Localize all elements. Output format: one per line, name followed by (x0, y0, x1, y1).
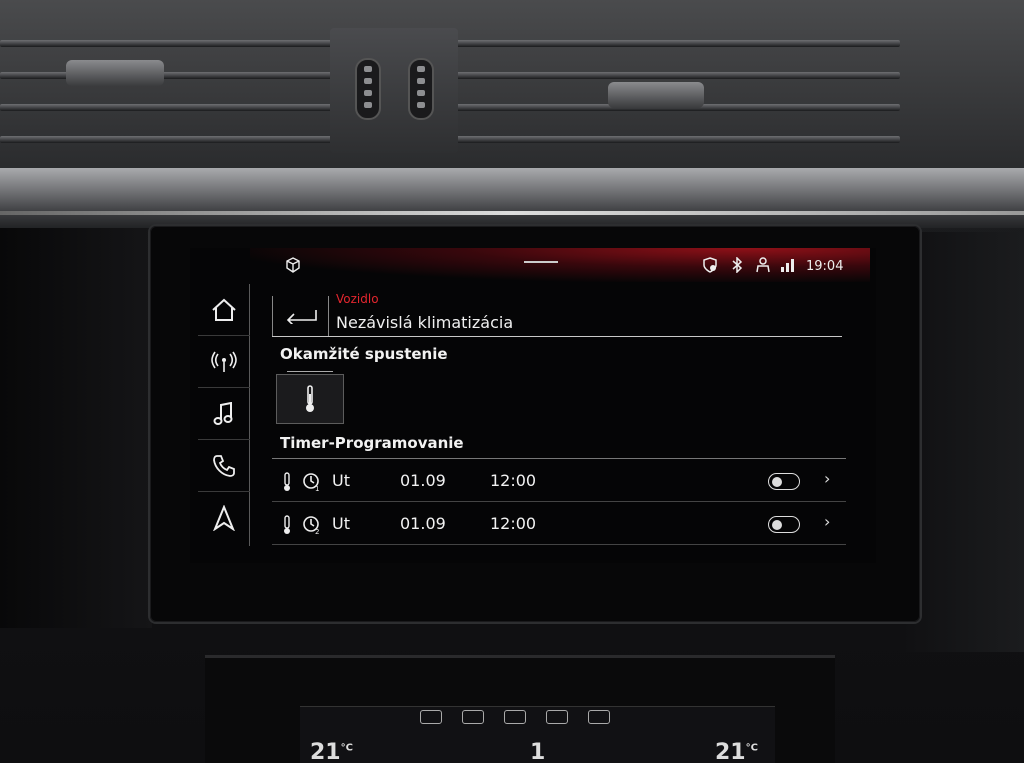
vent-control-block (330, 28, 458, 153)
sidebar-nav (198, 284, 250, 546)
status-bar: 19:04 (190, 248, 876, 282)
drag-handle[interactable] (524, 261, 558, 263)
climate-icons (420, 710, 610, 724)
thermometer-icon (282, 472, 292, 496)
fan-level[interactable]: 1 (530, 740, 545, 763)
bluetooth-icon (731, 257, 743, 273)
timer-day: Ut (332, 514, 350, 533)
breadcrumb: Vozidlo (336, 292, 379, 306)
thermometer-icon (306, 385, 314, 412)
dashboard-trim (0, 168, 1024, 228)
timer-clock-icon: 2 (302, 515, 322, 539)
sidebar-item-home[interactable] (198, 284, 250, 336)
timer-toggle[interactable] (768, 473, 800, 490)
back-arrow-icon (286, 310, 317, 324)
climate-mode-icon[interactable] (420, 710, 442, 724)
right-temp-unit: °C (745, 742, 758, 754)
right-temp-value: 21 (715, 740, 746, 763)
left-temp-value: 21 (310, 740, 341, 763)
vent-roller-right[interactable] (408, 58, 434, 120)
chevron-right-icon[interactable]: › (824, 469, 830, 488)
navigation-arrow-icon (213, 505, 235, 531)
climate-mode-icon[interactable] (462, 710, 484, 724)
vent-left-knob[interactable] (66, 60, 164, 86)
trim-chrome-line (0, 211, 1024, 215)
timer-toggle[interactable] (768, 516, 800, 533)
person-icon (755, 257, 771, 273)
svg-text:2: 2 (315, 528, 319, 535)
air-vent (0, 0, 1024, 170)
lock-shield-icon (702, 257, 718, 273)
timer-divider (272, 458, 846, 459)
thermometer-icon (282, 515, 292, 539)
back-button[interactable] (272, 296, 329, 336)
climate-mode-icon[interactable] (546, 710, 568, 724)
timer-time: 12:00 (490, 471, 537, 490)
timer-date: 01.09 (400, 514, 446, 533)
instant-start-button[interactable] (276, 371, 344, 424)
title-divider (272, 336, 842, 337)
phone-icon (213, 454, 235, 477)
page-title: Nezávislá klimatizácia (336, 313, 514, 332)
right-temperature[interactable]: 21°C (715, 740, 758, 763)
car-cube-icon[interactable] (285, 257, 301, 273)
signal-lte-icon (780, 257, 798, 273)
climate-mode-icon[interactable] (504, 710, 526, 724)
timer-clock-icon: 1 (302, 472, 322, 496)
instant-start-heading: Okamžité spustenie (280, 345, 448, 363)
toggle-knob (772, 476, 782, 487)
home-icon (212, 298, 236, 321)
timer-date: 01.09 (400, 471, 446, 490)
clock: 19:04 (806, 259, 844, 274)
svg-text:1: 1 (315, 485, 319, 492)
left-temp-unit: °C (340, 742, 353, 754)
timer-heading: Timer-Programovanie (280, 434, 464, 452)
left-temperature[interactable]: 21°C (310, 740, 353, 763)
car-dashboard-scene: 19:04 Vozidlo Nezávislá klimatizácia Oka… (0, 0, 1024, 763)
dashboard-left-panel (0, 228, 152, 628)
vent-right-knob[interactable] (608, 82, 704, 108)
sidebar-item-navigation[interactable] (198, 492, 250, 544)
sidebar-item-media[interactable] (198, 388, 250, 440)
sidebar-item-connectivity[interactable] (198, 336, 250, 388)
climate-mode-icon[interactable] (588, 710, 610, 724)
toggle-knob (772, 519, 782, 530)
antenna-icon (211, 351, 237, 372)
timer-row-2[interactable]: 2 Ut 01.09 12:00 › (272, 503, 846, 545)
timer-day: Ut (332, 471, 350, 490)
timer-row-1[interactable]: 1 Ut 01.09 12:00 › (272, 460, 846, 502)
chevron-right-icon[interactable]: › (824, 512, 830, 531)
infotainment-display: 19:04 Vozidlo Nezávislá klimatizácia Oka… (190, 248, 876, 563)
timer-time: 12:00 (490, 514, 537, 533)
vent-roller-left[interactable] (355, 58, 381, 120)
sidebar-item-phone[interactable] (198, 440, 250, 492)
music-note-icon (213, 401, 233, 425)
